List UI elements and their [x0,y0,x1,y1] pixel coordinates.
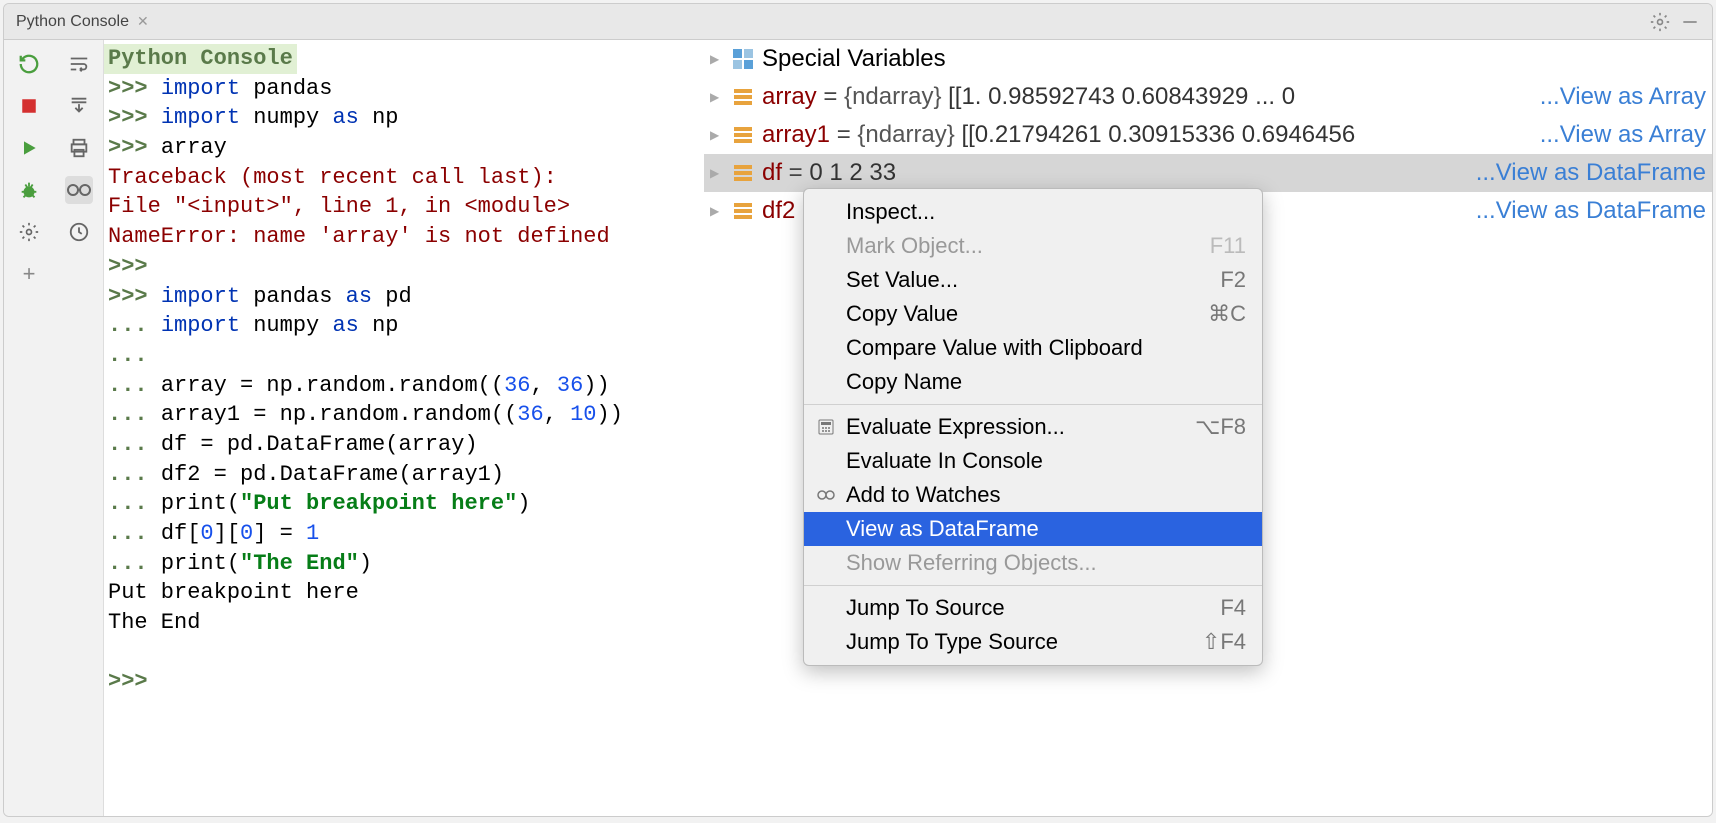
debug-button[interactable] [15,176,43,204]
menu-shortcut: F11 [1210,233,1246,259]
calculator-icon [816,417,836,437]
menu-item-show-referring-objects: Show Referring Objects... [804,546,1262,580]
menu-item-mark-object: Mark Object... F11 [804,229,1262,263]
menu-item-jump-to-source[interactable]: Jump To Source F4 [804,591,1262,625]
grid-icon [732,48,754,70]
minimize-icon[interactable] [1680,12,1700,32]
variable-name: array1 [762,121,830,148]
console-toolbar [54,40,104,816]
data-icon [732,86,754,108]
menu-item-label: Show Referring Objects... [846,550,1097,576]
expand-icon[interactable]: ▶ [710,88,724,106]
watches-icon [816,485,836,505]
history-button[interactable] [65,218,93,246]
tab-python-console[interactable]: Python Console ✕ [4,7,161,37]
special-variables-row[interactable]: ▶ Special Variables [704,40,1712,78]
menu-item-copy-name[interactable]: Copy Name [804,365,1262,399]
menu-item-label: Copy Name [846,369,962,395]
variable-name: df2 [762,197,795,224]
left-toolbar: + [4,40,54,816]
menu-item-compare-value-with-clipboard[interactable]: Compare Value with Clipboard [804,331,1262,365]
data-icon [732,124,754,146]
menu-item-label: Add to Watches [846,482,1000,508]
menu-item-label: Inspect... [846,199,935,225]
menu-item-inspect[interactable]: Inspect... [804,195,1262,229]
variable-name: df [762,159,782,186]
menu-item-label: Copy Value [846,301,958,327]
rerun-button[interactable] [15,50,43,78]
menu-item-evaluate-in-console[interactable]: Evaluate In Console [804,444,1262,478]
menu-item-label: View as DataFrame [846,516,1039,542]
console-title: Python Console [104,44,297,74]
view-as-link[interactable]: ...View as Array [1540,117,1706,153]
menu-shortcut: ⇧F4 [1202,629,1246,655]
menu-shortcut: ⌘C [1208,301,1246,327]
tabbar: Python Console ✕ [4,4,1712,40]
menu-item-jump-to-type-source[interactable]: Jump To Type Source ⇧F4 [804,625,1262,659]
menu-item-label: Jump To Source [846,595,1005,621]
soft-wrap-button[interactable] [65,50,93,78]
expand-icon[interactable]: ▶ [710,164,724,182]
tab-label: Python Console [16,13,129,31]
print-button[interactable] [65,134,93,162]
scroll-to-end-button[interactable] [65,92,93,120]
variable-row[interactable]: ▶array = {ndarray} [[1. 0.98592743 0.608… [704,78,1712,116]
menu-item-copy-value[interactable]: Copy Value ⌘C [804,297,1262,331]
menu-shortcut: ⌥F8 [1195,414,1246,440]
menu-item-set-value[interactable]: Set Value... F2 [804,263,1262,297]
menu-item-label: Evaluate Expression... [846,414,1065,440]
data-icon [732,162,754,184]
close-icon[interactable]: ✕ [137,13,149,30]
menu-shortcut: F2 [1220,267,1246,293]
expand-icon[interactable]: ▶ [710,126,724,144]
context-menu: Inspect... Mark Object... F11 Set Value... F… [803,188,1263,666]
menu-shortcut: F4 [1220,595,1246,621]
view-as-link[interactable]: ...View as DataFrame [1476,155,1706,191]
settings-button[interactable] [15,218,43,246]
view-as-link[interactable]: ...View as DataFrame [1476,193,1706,229]
view-as-link[interactable]: ...View as Array [1540,79,1706,115]
menu-item-label: Mark Object... [846,233,983,259]
variable-row[interactable]: ▶array1 = {ndarray} [[0.21794261 0.30915… [704,116,1712,154]
stop-button[interactable] [15,92,43,120]
menu-item-label: Jump To Type Source [846,629,1058,655]
menu-item-view-as-dataframe[interactable]: View as DataFrame [804,512,1262,546]
special-variables-label: Special Variables [762,41,946,77]
menu-item-evaluate-expression[interactable]: Evaluate Expression... ⌥F8 [804,410,1262,444]
menu-item-label: Evaluate In Console [846,448,1043,474]
play-button[interactable] [15,134,43,162]
show-variables-button[interactable] [65,176,93,204]
add-button[interactable]: + [15,260,43,288]
menu-item-label: Compare Value with Clipboard [846,335,1143,361]
variable-row[interactable]: ▶df = 0 1 2 33...View as DataFrame [704,154,1712,192]
menu-item-add-to-watches[interactable]: Add to Watches [804,478,1262,512]
menu-item-label: Set Value... [846,267,958,293]
console-output[interactable]: Python Console >>> import pandas>>> impo… [104,40,704,816]
expand-icon[interactable]: ▶ [710,50,724,68]
variable-name: array [762,83,817,110]
expand-icon[interactable]: ▶ [710,202,724,220]
gear-icon[interactable] [1650,12,1670,32]
data-icon [732,200,754,222]
